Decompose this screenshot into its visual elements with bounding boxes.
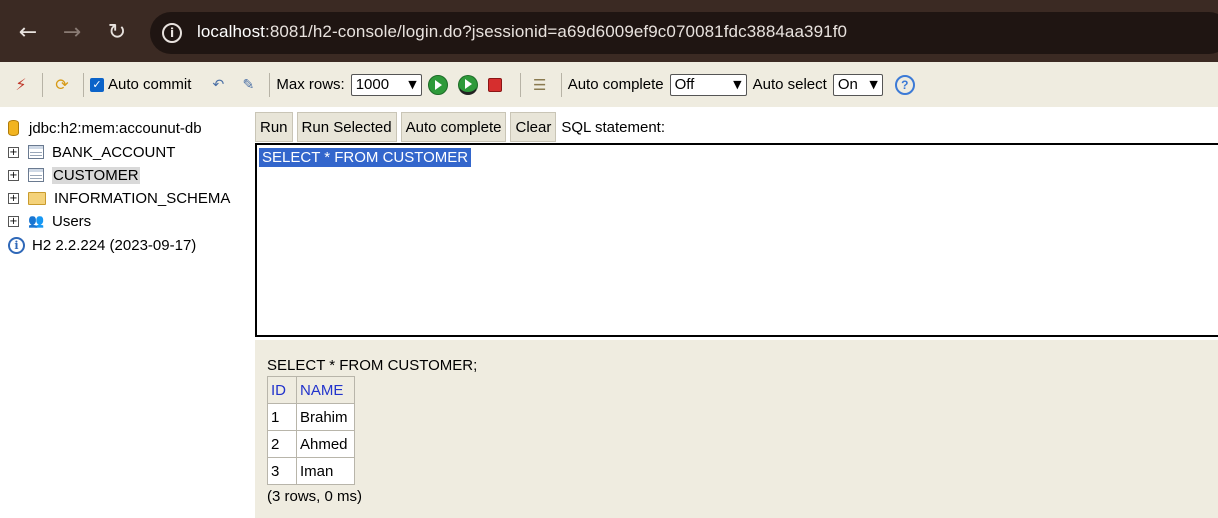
disconnect-icon[interactable]: ⚡ [8, 72, 34, 98]
editor-button-row: Run Run Selected Auto complete Clear SQL… [255, 112, 665, 142]
max-rows-value: 1000 [355, 76, 390, 93]
result-panel: SELECT * FROM CUSTOMER; ID NAME 1 Brahim… [255, 340, 1218, 518]
url-host: localhost [197, 22, 265, 41]
back-arrow-icon[interactable]: ← [10, 14, 46, 50]
browser-chrome: ← → ↻ i localhost:8081/h2-console/login.… [0, 0, 1218, 62]
stop-icon[interactable] [487, 77, 502, 92]
cell-name: Ahmed [296, 430, 355, 458]
auto-select-value: On [837, 76, 858, 93]
table-row: 1 Brahim [267, 403, 355, 431]
toolbar-separator [560, 72, 562, 97]
rollback-icon[interactable]: ↶ [205, 72, 231, 98]
url-path: :8081/h2-console/login.do?jsessionid=a69… [265, 22, 848, 41]
chevron-down-icon: ▼ [733, 78, 742, 91]
reload-icon[interactable]: ↻ [99, 14, 135, 50]
site-info-icon[interactable]: i [162, 23, 182, 43]
clear-button[interactable]: Clear [510, 112, 557, 142]
sql-statement-label: SQL statement: [561, 118, 666, 136]
tree-item-label: Users [52, 212, 92, 230]
auto-commit-checkbox[interactable]: ✓ Auto commit [90, 76, 197, 93]
cell-id: 1 [267, 403, 297, 431]
run-button[interactable]: Run [255, 112, 293, 142]
table-row: 2 Ahmed [267, 430, 355, 458]
tree-version: i H2 2.2.224 (2023-09-17) [8, 234, 196, 256]
expand-icon[interactable]: + [8, 169, 19, 181]
auto-commit-label: Auto commit [108, 76, 192, 93]
database-icon [8, 120, 19, 136]
expand-icon[interactable]: + [8, 192, 19, 204]
connection-label: jdbc:h2:mem:accounut-db [29, 119, 202, 137]
column-header-name[interactable]: NAME [296, 376, 355, 404]
history-icon[interactable]: ☰ [527, 72, 553, 98]
cell-id: 2 [267, 430, 297, 458]
checkbox-checked-icon[interactable]: ✓ [90, 77, 104, 92]
toolbar-separator [519, 72, 521, 97]
max-rows-label: Max rows: [276, 76, 345, 93]
auto-complete-button[interactable]: Auto complete [400, 112, 507, 142]
version-label: H2 2.2.224 (2023-09-17) [32, 236, 197, 254]
commit-icon[interactable]: ✎ [235, 72, 261, 98]
help-icon[interactable]: ? [894, 74, 915, 95]
forward-arrow-icon[interactable]: → [54, 14, 90, 50]
expand-icon[interactable]: + [8, 215, 19, 227]
tree-item-customer[interactable]: + CUSTOMER [8, 164, 140, 186]
auto-complete-label: Auto complete [567, 76, 664, 93]
tree-item-label: CUSTOMER [52, 166, 140, 184]
info-icon: i [8, 236, 25, 254]
cell-name: Iman [296, 457, 355, 485]
run-icon[interactable] [427, 74, 448, 95]
cell-name: Brahim [296, 403, 355, 431]
sql-text-selected[interactable]: SELECT * FROM CUSTOMER [259, 148, 472, 167]
toolbar-separator [42, 72, 43, 97]
result-statement: SELECT * FROM CUSTOMER; [267, 357, 478, 374]
auto-complete-select[interactable]: Off ▼ [669, 73, 747, 96]
run-selected-icon[interactable] [457, 74, 478, 95]
tree-connection[interactable]: jdbc:h2:mem:accounut-db [8, 117, 202, 139]
address-bar[interactable]: i localhost:8081/h2-console/login.do?jse… [150, 12, 1218, 54]
auto-select-select[interactable]: On ▼ [832, 73, 883, 96]
table-icon [28, 168, 44, 182]
tree-item-bank-account[interactable]: + BANK_ACCOUNT [8, 141, 175, 163]
tree-item-information-schema[interactable]: + INFORMATION_SCHEMA [8, 187, 230, 209]
table-header-row: ID NAME [267, 376, 355, 404]
refresh-icon[interactable]: ⟳ [49, 72, 75, 98]
toolbar-separator [83, 72, 84, 97]
tree-item-users[interactable]: + 👥 Users [8, 210, 91, 232]
chevron-down-icon: ▼ [869, 78, 878, 91]
expand-icon[interactable]: + [8, 146, 19, 158]
tree-item-label: INFORMATION_SCHEMA [54, 189, 231, 207]
cell-id: 3 [267, 457, 297, 485]
table-icon [28, 145, 44, 159]
auto-select-label: Auto select [752, 76, 827, 93]
query-pane: Run Run Selected Auto complete Clear SQL… [255, 107, 1218, 518]
result-info: (3 rows, 0 ms) [267, 488, 363, 505]
users-icon: 👥 [28, 213, 45, 229]
h2-toolbar: ⚡ ⟳ ✓ Auto commit ↶ ✎ Max rows: 1000 ▼ ☰… [0, 62, 1218, 107]
folder-icon [28, 191, 46, 205]
sql-editor[interactable]: SELECT * FROM CUSTOMER [255, 143, 1218, 337]
chevron-down-icon: ▼ [408, 78, 417, 91]
result-table: ID NAME 1 Brahim 2 Ahmed 3 Iman [267, 376, 355, 485]
toolbar-separator [269, 72, 271, 97]
tree-item-label: BANK_ACCOUNT [52, 143, 176, 161]
url-text[interactable]: localhost:8081/h2-console/login.do?jsess… [197, 22, 847, 42]
column-header-id[interactable]: ID [267, 376, 297, 404]
run-selected-button[interactable]: Run Selected [296, 112, 397, 142]
auto-complete-value: Off [674, 76, 695, 93]
schema-tree: jdbc:h2:mem:accounut-db + BANK_ACCOUNT +… [0, 107, 250, 518]
max-rows-select[interactable]: 1000 ▼ [350, 73, 422, 96]
table-row: 3 Iman [267, 457, 355, 485]
